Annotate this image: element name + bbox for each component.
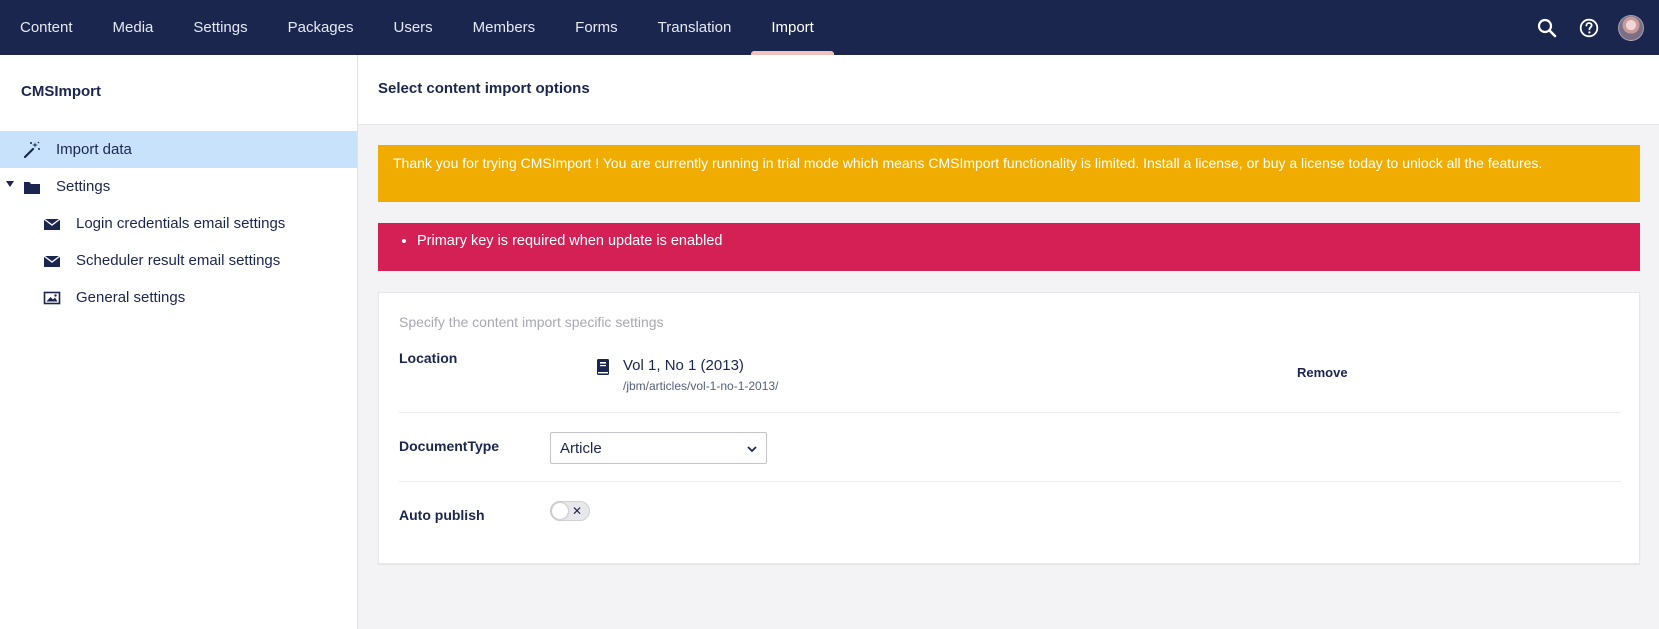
- sidebar-item-login-credentials-email-settings[interactable]: Login credentials email settings: [0, 205, 357, 242]
- auto-publish-toggle[interactable]: ✕: [550, 501, 590, 521]
- envelope-icon: [42, 214, 62, 234]
- location-name[interactable]: Vol 1, No 1 (2013): [623, 357, 744, 374]
- search-icon[interactable]: [1533, 14, 1561, 42]
- close-icon: ✕: [571, 504, 582, 518]
- tab-packages[interactable]: Packages: [268, 0, 374, 55]
- tab-content[interactable]: Content: [0, 0, 93, 55]
- tab-members[interactable]: Members: [453, 0, 556, 55]
- auto-publish-label: Auto publish: [399, 507, 485, 523]
- documenttype-select[interactable]: Article: [550, 432, 767, 464]
- avatar: [1618, 14, 1644, 41]
- sidebar-item-import-data[interactable]: Import data: [0, 131, 357, 168]
- tab-translation[interactable]: Translation: [638, 0, 752, 55]
- page-header: Select content import options: [358, 55, 1659, 125]
- main-content: Select content import options Thank you …: [358, 55, 1659, 629]
- toggle-knob: [552, 503, 568, 519]
- book-icon: [595, 358, 611, 376]
- tab-users[interactable]: Users: [373, 0, 452, 55]
- error-list: Primary key is required when update is e…: [417, 233, 722, 249]
- page-title: Select content import options: [378, 80, 590, 97]
- sidebar-item-settings[interactable]: Settings: [0, 168, 357, 205]
- location-label: Location: [399, 350, 458, 366]
- wand-icon: [22, 140, 42, 160]
- caret-down-icon[interactable]: [6, 181, 14, 187]
- picture-icon: [42, 288, 62, 308]
- tab-media[interactable]: Media: [93, 0, 174, 55]
- sidebar-item-label: Scheduler result email settings: [76, 252, 281, 269]
- sidebar-tree: Import data Settings Login credentials e…: [0, 131, 357, 316]
- documenttype-label: DocumentType: [399, 438, 500, 454]
- location-path: /jbm/articles/vol-1-no-1-2013/: [623, 379, 779, 393]
- help-icon[interactable]: [1575, 14, 1603, 42]
- envelope-icon: [42, 251, 62, 271]
- tab-settings[interactable]: Settings: [173, 0, 267, 55]
- divider: [399, 481, 1621, 482]
- trial-warning-alert: Thank you for trying CMSImport ! You are…: [378, 145, 1640, 202]
- sidebar-title: CMSImport: [21, 83, 101, 100]
- section-tabs: Content Media Settings Packages Users Me…: [0, 0, 834, 55]
- sidebar-item-label: General settings: [76, 289, 186, 306]
- error-message: Primary key is required when update is e…: [417, 233, 722, 249]
- top-navigation-bar: Content Media Settings Packages Users Me…: [0, 0, 1659, 55]
- sidebar-item-label: Import data: [56, 141, 132, 158]
- sidebar-item-general-settings[interactable]: General settings: [0, 279, 357, 316]
- user-avatar[interactable]: [1617, 14, 1645, 42]
- panel-description: Specify the content import specific sett…: [399, 314, 664, 330]
- sidebar-item-label: Login credentials email settings: [76, 215, 286, 232]
- select-value: Article: [560, 439, 602, 457]
- divider: [399, 412, 1621, 413]
- tab-import[interactable]: Import: [751, 0, 834, 55]
- validation-error-alert: Primary key is required when update is e…: [378, 223, 1640, 271]
- chevron-down-icon: [747, 440, 757, 457]
- remove-location-button[interactable]: Remove: [1297, 365, 1348, 380]
- tab-forms[interactable]: Forms: [555, 0, 638, 55]
- import-settings-panel: Specify the content import specific sett…: [378, 292, 1640, 564]
- header-tools: [1533, 0, 1645, 55]
- sidebar-item-scheduler-result-email-settings[interactable]: Scheduler result email settings: [0, 242, 357, 279]
- location-row: Location Vol 1, No 1 (2013) /jbm/article…: [399, 333, 1621, 413]
- sidebar-item-label: Settings: [56, 178, 111, 195]
- sidebar: CMSImport Import data Settings Login cre…: [0, 55, 358, 629]
- folder-icon: [22, 177, 42, 197]
